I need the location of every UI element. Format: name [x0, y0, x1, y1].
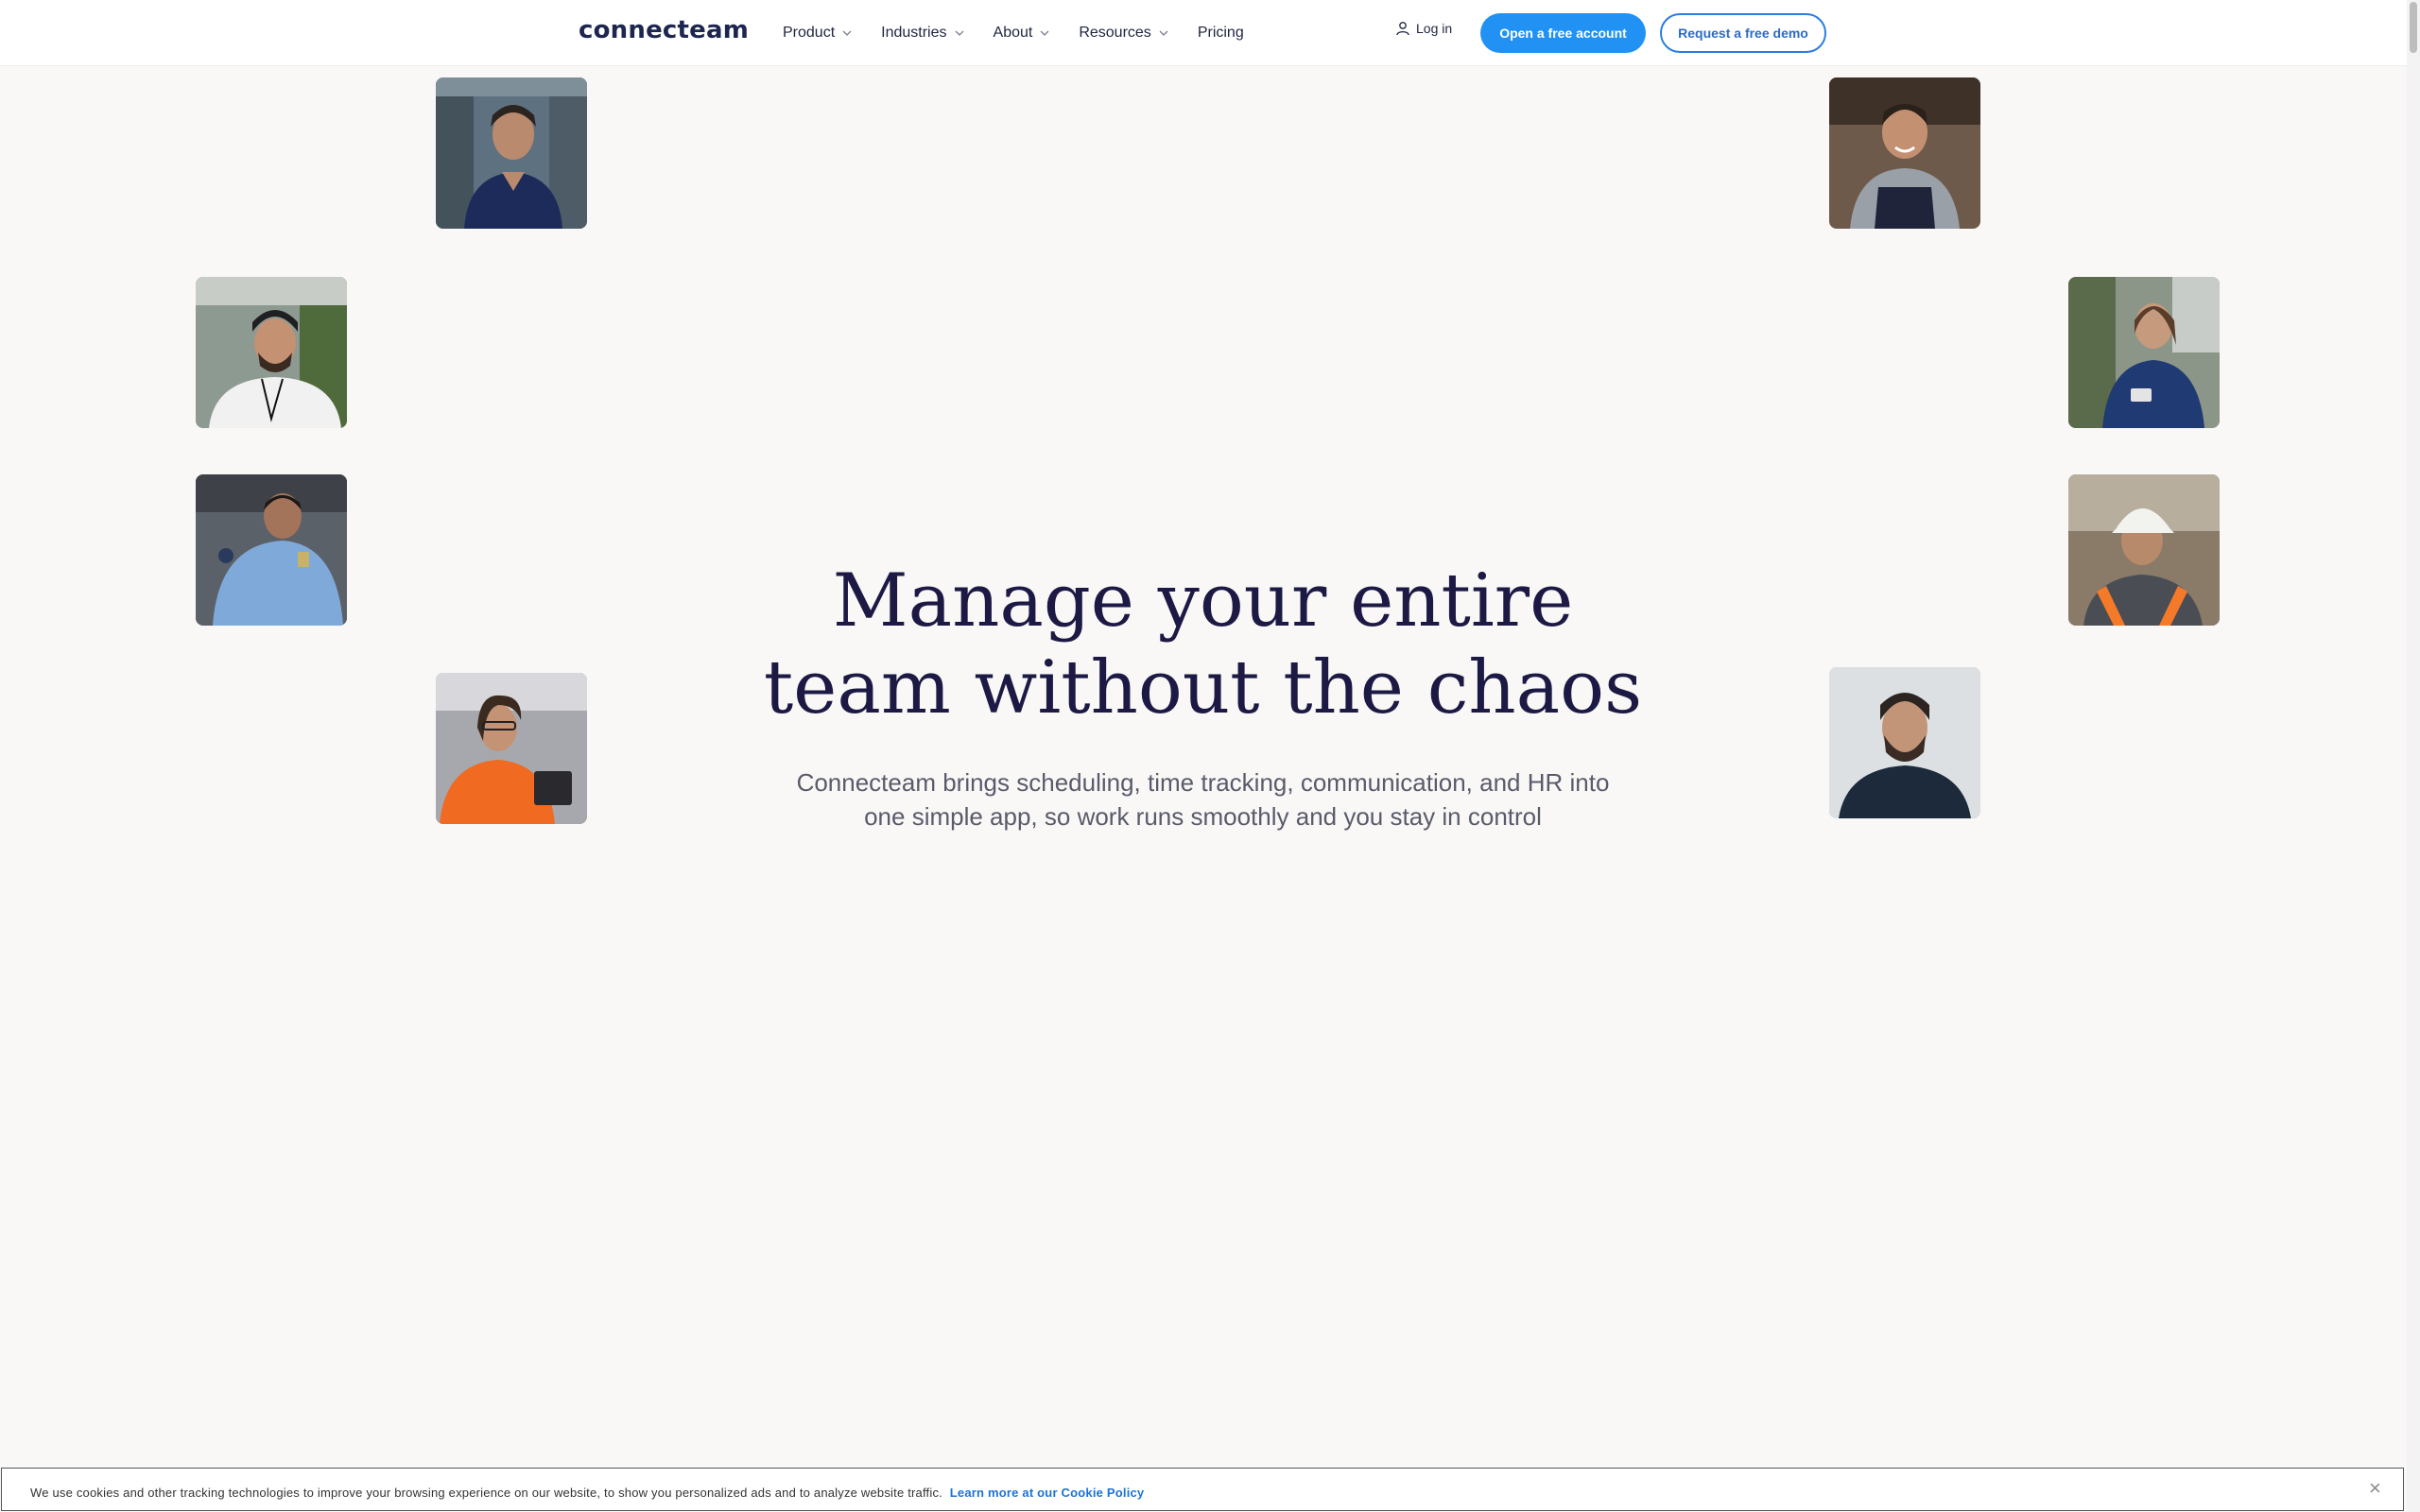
nav-item-label: Pricing	[1197, 25, 1244, 41]
photo-chef	[1829, 77, 1980, 229]
nav-item-product[interactable]: Product	[783, 25, 853, 42]
photo-bearded-man	[1829, 667, 1980, 818]
photo-security-officer	[196, 474, 347, 626]
nav-item-about[interactable]: About	[994, 25, 1051, 42]
nav-item-pricing[interactable]: Pricing	[1198, 25, 1244, 42]
chevron-down-icon	[1159, 30, 1168, 36]
cookie-message: We use cookies and other tracking techno…	[30, 1486, 942, 1500]
chevron-down-icon	[842, 30, 852, 36]
login-label: Log in	[1416, 21, 1453, 36]
hero-subtitle: Connecteam brings scheduling, time track…	[785, 765, 1621, 833]
nav-item-label: Product	[783, 25, 836, 41]
login-link[interactable]: Log in	[1395, 21, 1452, 36]
nav-item-label: About	[993, 25, 1033, 41]
hero-subtitle-line-2: one simple app, so work runs smoothly an…	[864, 802, 1542, 831]
photo-healthcare-worker	[436, 77, 587, 229]
request-demo-button[interactable]: Request a free demo	[1660, 13, 1826, 53]
scrollbar-thumb[interactable]	[2410, 2, 2417, 53]
hero-title-line-2: team without the chaos	[763, 645, 1643, 730]
close-icon[interactable]: ×	[2369, 1477, 2381, 1500]
main-nav: Product Industries About Resources Prici…	[783, 19, 1272, 47]
photo-worker-beanie	[196, 277, 347, 428]
connecteam-logo[interactable]: connecteam	[579, 13, 749, 47]
photo-construction-worker	[2068, 474, 2220, 626]
nav-item-industries[interactable]: Industries	[881, 25, 964, 42]
hero-subtitle-line-1: Connecteam brings scheduling, time track…	[796, 768, 1610, 797]
cookie-policy-link[interactable]: Learn more at our Cookie Policy	[950, 1486, 1145, 1500]
photo-warehouse-worker	[436, 673, 587, 824]
open-free-account-button[interactable]: Open a free account	[1480, 13, 1646, 53]
hero-title-line-1: Manage your entire	[832, 558, 1574, 644]
cookie-banner: We use cookies and other tracking techno…	[1, 1468, 2404, 1511]
nav-item-resources[interactable]: Resources	[1079, 25, 1168, 42]
page-scrollbar[interactable]	[2407, 0, 2420, 1512]
cookie-text-container: We use cookies and other tracking techno…	[30, 1486, 1144, 1500]
site-header: connecteam Product Industries About Reso…	[0, 0, 2407, 66]
photo-nurse-phone	[2068, 277, 2220, 428]
nav-item-label: Industries	[881, 25, 947, 41]
hero-title: Manage your entire team without the chao…	[737, 558, 1668, 731]
chevron-down-icon	[955, 30, 963, 36]
nav-item-label: Resources	[1079, 25, 1151, 41]
user-icon	[1396, 22, 1409, 36]
chevron-down-icon	[1040, 30, 1049, 36]
